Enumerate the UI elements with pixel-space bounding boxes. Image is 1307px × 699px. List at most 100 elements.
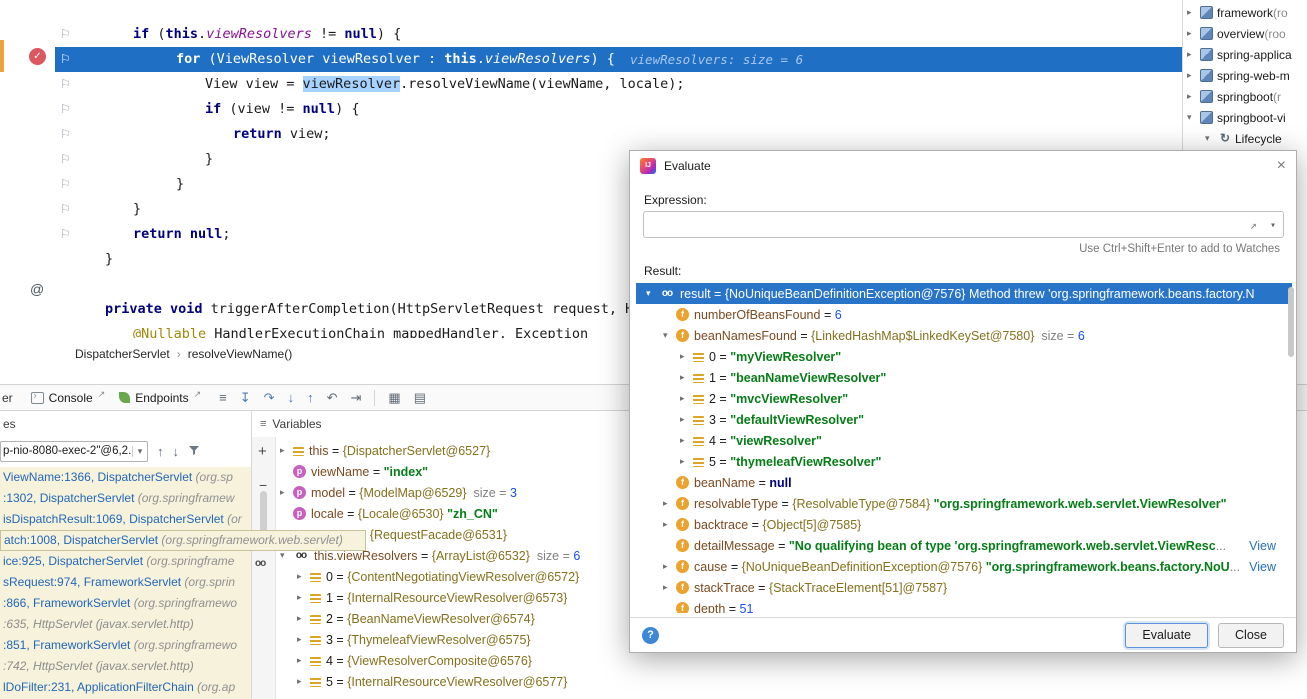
breakpoint-icon[interactable]: ✓ [29,48,46,65]
result-row[interactable]: ▸fresolvableType = {ResolvableType@7584}… [636,493,1292,514]
view-link[interactable]: View [1249,560,1276,574]
run-to-cursor-icon[interactable]: ⇥ [350,390,361,406]
maven-item[interactable]: ▾springboot-vi [1183,107,1307,128]
bookmark-icon[interactable]: ⚐ [60,72,74,97]
bookmark-icon[interactable]: ⚐ [60,147,74,172]
scrollbar[interactable] [1288,287,1294,357]
frame-row[interactable]: :851, FrameworkServlet (org.springframew… [0,635,251,656]
bookmark-icon[interactable]: ⚐ [60,197,74,222]
chevron-right-icon[interactable]: ▸ [661,582,676,593]
tab-debugger-partial[interactable]: er [2,391,13,405]
result-row[interactable]: ▸5 = "thymeleafViewResolver" [636,451,1292,472]
chevron-right-icon[interactable]: ▸ [1185,7,1200,18]
chevron-right-icon[interactable]: ▸ [661,498,676,509]
chevron-right-icon[interactable]: ▸ [678,435,693,446]
result-row[interactable]: ▸3 = "defaultViewResolver" [636,409,1292,430]
dialog-titlebar[interactable]: IJ Evaluate × [630,151,1296,181]
frame-row[interactable]: sRequest:974, FrameworkServlet (org.spri… [0,572,251,593]
chevron-right-icon[interactable]: ▸ [1185,70,1200,81]
maven-item[interactable]: ▾↻Lifecycle [1183,128,1307,149]
maven-item[interactable]: ▸overview (roo [1183,23,1307,44]
frame-row[interactable]: :1302, DispatcherServlet (org.springfram… [0,488,251,509]
frame-row[interactable]: lDoFilter:231, ApplicationFilterChain (o… [0,677,251,698]
frame-row[interactable]: :866, FrameworkServlet (org.springframew… [0,593,251,614]
drop-frame-icon[interactable]: ↶ [327,390,338,406]
result-row[interactable]: ▸fbacktrace = {Object[5]@7585} [636,514,1292,535]
next-frame-icon[interactable]: ↓ [173,441,180,462]
show-execution-point-icon[interactable]: ↧ [240,390,251,406]
variable-row[interactable]: ▸4 = {ViewResolverComposite@6576} [276,650,1307,671]
chevron-down-icon[interactable]: ▾ [1203,133,1218,144]
maven-item[interactable]: ▸spring-applica [1183,44,1307,65]
chevron-right-icon[interactable]: ▸ [678,372,693,383]
step-out-icon[interactable]: ↑ [307,390,314,405]
result-row[interactable]: ▸4 = "viewResolver" [636,430,1292,451]
result-row[interactable]: ▸fstackTrace = {StackTraceElement[51]@75… [636,577,1292,598]
result-row[interactable]: ▾fbeanNamesFound = {LinkedHashMap$Linked… [636,325,1292,346]
chevron-right-icon[interactable]: ▸ [1185,49,1200,60]
maven-item[interactable]: ▸framework (ro [1183,2,1307,23]
bookmark-icon[interactable]: ⚐ [60,22,74,47]
result-row[interactable]: ▾ooresult = {NoUniqueBeanDefinitionExcep… [636,283,1292,304]
result-row[interactable]: ▸0 = "myViewResolver" [636,346,1292,367]
result-row[interactable]: ▸fcause = {NoUniqueBeanDefinitionExcepti… [636,556,1292,577]
frame-row[interactable]: ViewName:1366, DispatcherServlet (org.sp [0,467,251,488]
chevron-down-icon[interactable]: ▾ [132,446,147,457]
variable-row[interactable]: ▸5 = {InternalResourceViewResolver@6577} [276,671,1307,692]
result-row[interactable]: ▸1 = "beanNameViewResolver" [636,367,1292,388]
bookmark-icon[interactable]: ⚐ [60,172,74,197]
bookmark-icon[interactable]: ⚐ [60,222,74,247]
chevron-down-icon[interactable]: ▾ [661,330,676,341]
help-icon[interactable]: ? [642,627,659,644]
chevron-right-icon[interactable]: ▸ [678,456,693,467]
maven-item[interactable]: ▸spring-web-m [1183,65,1307,86]
tab-endpoints[interactable]: Endpoints↗ [119,391,201,405]
menu-icon[interactable]: ≡ [219,390,227,405]
frame-row[interactable]: ice:925, DispatcherServlet (org.springfr… [0,551,251,572]
view-as-table-icon[interactable]: ▦ [388,390,400,406]
frame-row[interactable]: :635, HttpServlet (javax.servlet.http) [0,614,251,635]
evaluate-button[interactable]: Evaluate [1125,623,1208,648]
chevron-right-icon[interactable]: ▸ [295,655,310,666]
chevron-right-icon[interactable]: ▸ [661,561,676,572]
result-row[interactable]: ▸fdepth = 51 [636,598,1292,613]
chevron-right-icon[interactable]: ▸ [295,634,310,645]
chevron-right-icon[interactable]: ▸ [678,351,693,362]
show-watches-icon[interactable]: oo [255,557,265,570]
view-link[interactable]: View [1249,539,1276,553]
chevron-right-icon[interactable]: ▸ [278,487,293,498]
frame-row[interactable]: :742, HttpServlet (javax.servlet.http) [0,656,251,677]
chevron-down-icon[interactable]: ▾ [1185,112,1200,123]
step-into-icon[interactable]: ↓ [288,390,295,405]
tab-console[interactable]: Console↗ [31,391,106,405]
bookmark-icon[interactable]: ⚐ [60,97,74,122]
chevron-right-icon[interactable]: ▸ [1185,28,1200,39]
bookmark-icon[interactable]: ⚐ [60,47,74,72]
breadcrumb-method[interactable]: resolveViewName() [188,347,292,361]
chevron-down-icon[interactable]: ▾ [644,288,659,299]
chevron-right-icon[interactable]: ▸ [678,393,693,404]
chevron-right-icon[interactable]: ▸ [295,676,310,687]
chevron-down-icon[interactable]: ▾ [1270,213,1276,238]
chevron-right-icon[interactable]: ▸ [278,445,293,456]
chevron-right-icon[interactable]: ▸ [295,571,310,582]
filter-frames-icon[interactable] [188,441,200,462]
layout-settings-icon[interactable]: ▤ [414,390,426,406]
result-row[interactable]: ▸fdetailMessage = "No qualifying bean of… [636,535,1292,556]
close-icon[interactable]: × [1277,158,1286,174]
chevron-right-icon[interactable]: ▸ [295,592,310,603]
previous-frame-icon[interactable]: ↑ [157,441,164,462]
breadcrumb-class[interactable]: DispatcherServlet [75,347,170,361]
expand-icon[interactable]: ↗ [1250,213,1257,238]
bookmark-icon[interactable]: ⚐ [60,122,74,147]
step-over-icon[interactable]: ↷ [264,390,275,406]
add-watch-icon[interactable]: + [258,443,267,460]
result-row[interactable]: ▸fbeanName = null [636,472,1292,493]
expression-input[interactable]: this.webApplicationContext.getBean(ViewR… [643,211,1284,238]
result-row[interactable]: ▸2 = "mvcViewResolver" [636,388,1292,409]
close-button[interactable]: Close [1218,623,1284,648]
chevron-right-icon[interactable]: ▸ [1185,91,1200,102]
result-row[interactable]: ▸fnumberOfBeansFound = 6 [636,304,1292,325]
chevron-right-icon[interactable]: ▸ [678,414,693,425]
maven-item[interactable]: ▸springboot (r [1183,86,1307,107]
